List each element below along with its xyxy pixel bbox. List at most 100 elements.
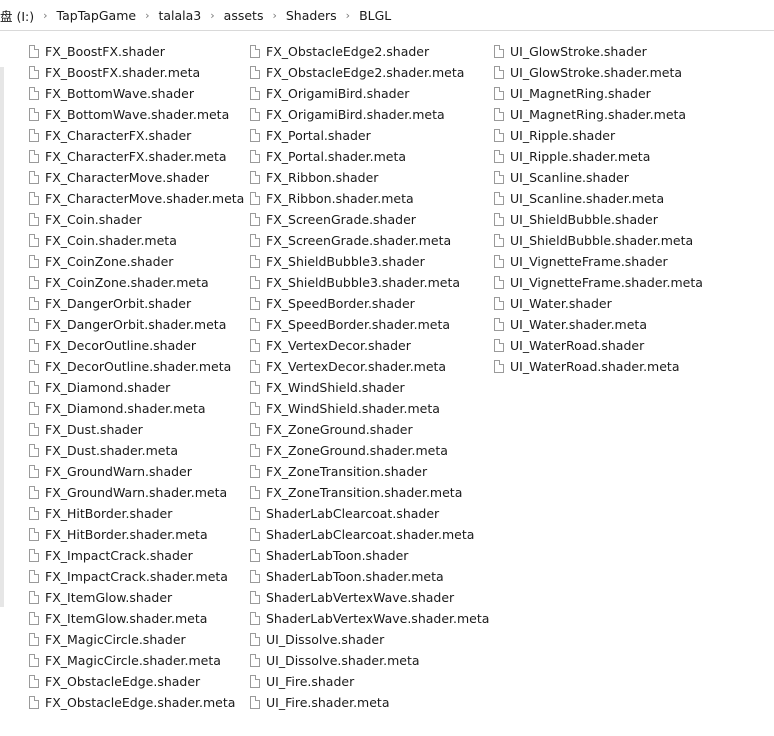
file-item[interactable]: UI_VignetteFrame.shader: [494, 251, 703, 272]
file-item[interactable]: FX_Dust.shader: [29, 419, 244, 440]
file-item[interactable]: FX_HitBorder.shader.meta: [29, 524, 244, 545]
file-item[interactable]: FX_CoinZone.shader.meta: [29, 272, 244, 293]
file-item[interactable]: FX_ObstacleEdge2.shader: [250, 41, 489, 62]
file-item[interactable]: FX_Coin.shader: [29, 209, 244, 230]
address-bar[interactable]: 盘 (I:) › TapTapGame › talala3 › assets ›…: [0, 0, 774, 31]
file-item[interactable]: ShaderLabVertexWave.shader.meta: [250, 608, 489, 629]
file-item[interactable]: FX_VertexDecor.shader: [250, 335, 489, 356]
file-item[interactable]: UI_WaterRoad.shader: [494, 335, 703, 356]
file-item[interactable]: FX_DecorOutline.shader: [29, 335, 244, 356]
file-item[interactable]: UI_Dissolve.shader: [250, 629, 489, 650]
file-item[interactable]: UI_ShieldBubble.shader: [494, 209, 703, 230]
file-item[interactable]: UI_Ripple.shader: [494, 125, 703, 146]
file-item[interactable]: UI_GlowStroke.shader.meta: [494, 62, 703, 83]
file-item[interactable]: FX_MagicCircle.shader: [29, 629, 244, 650]
file-item[interactable]: FX_BoostFX.shader.meta: [29, 62, 244, 83]
file-item[interactable]: FX_BoostFX.shader: [29, 41, 244, 62]
file-item[interactable]: FX_HitBorder.shader: [29, 503, 244, 524]
file-item[interactable]: FX_Coin.shader.meta: [29, 230, 244, 251]
file-list-pane[interactable]: FX_BoostFX.shader FX_BoostFX.shader.meta F…: [0, 31, 774, 736]
file-item[interactable]: FX_ImpactCrack.shader.meta: [29, 566, 244, 587]
file-item[interactable]: ShaderLabClearcoat.shader.meta: [250, 524, 489, 545]
file-name: FX_CoinZone.shader: [45, 254, 174, 269]
file-item[interactable]: FX_ScreenGrade.shader: [250, 209, 489, 230]
file-item[interactable]: FX_MagicCircle.shader.meta: [29, 650, 244, 671]
file-item[interactable]: FX_ObstacleEdge2.shader.meta: [250, 62, 489, 83]
file-item[interactable]: FX_ImpactCrack.shader: [29, 545, 244, 566]
breadcrumb-segment-drive[interactable]: 盘 (I:) ›: [0, 0, 57, 31]
file-item[interactable]: FX_GroundWarn.shader: [29, 461, 244, 482]
file-item[interactable]: UI_Water.shader.meta: [494, 314, 703, 335]
file-item[interactable]: FX_Ribbon.shader.meta: [250, 188, 489, 209]
file-item[interactable]: FX_WindShield.shader: [250, 377, 489, 398]
breadcrumb-segment-assets[interactable]: assets ›: [224, 0, 286, 31]
file-item[interactable]: FX_ZoneGround.shader: [250, 419, 489, 440]
file-item[interactable]: FX_OrigamiBird.shader: [250, 83, 489, 104]
file-item[interactable]: UI_Ripple.shader.meta: [494, 146, 703, 167]
file-icon: [29, 465, 39, 478]
file-item[interactable]: UI_MagnetRing.shader.meta: [494, 104, 703, 125]
breadcrumb-segment-shaders[interactable]: Shaders ›: [286, 0, 359, 31]
file-item[interactable]: FX_ZoneTransition.shader: [250, 461, 489, 482]
file-item[interactable]: FX_Dust.shader.meta: [29, 440, 244, 461]
file-item[interactable]: UI_GlowStroke.shader: [494, 41, 703, 62]
file-item[interactable]: UI_WaterRoad.shader.meta: [494, 356, 703, 377]
file-item[interactable]: FX_Diamond.shader: [29, 377, 244, 398]
file-item[interactable]: FX_GroundWarn.shader.meta: [29, 482, 244, 503]
file-item[interactable]: ShaderLabToon.shader: [250, 545, 489, 566]
file-item[interactable]: FX_CharacterFX.shader: [29, 125, 244, 146]
file-item[interactable]: FX_ShieldBubble3.shader.meta: [250, 272, 489, 293]
file-item[interactable]: FX_ItemGlow.shader: [29, 587, 244, 608]
file-item[interactable]: FX_BottomWave.shader.meta: [29, 104, 244, 125]
file-item[interactable]: FX_ObstacleEdge.shader: [29, 671, 244, 692]
file-item[interactable]: FX_CharacterMove.shader: [29, 167, 244, 188]
file-item[interactable]: FX_SpeedBorder.shader: [250, 293, 489, 314]
file-item[interactable]: UI_Dissolve.shader.meta: [250, 650, 489, 671]
file-item[interactable]: UI_Fire.shader.meta: [250, 692, 489, 713]
file-item[interactable]: FX_Ribbon.shader: [250, 167, 489, 188]
file-item[interactable]: ShaderLabClearcoat.shader: [250, 503, 489, 524]
file-name: FX_BottomWave.shader.meta: [45, 107, 230, 122]
file-name: FX_DecorOutline.shader: [45, 338, 197, 353]
breadcrumb-segment-taptapgame[interactable]: TapTapGame ›: [57, 0, 159, 31]
file-item[interactable]: FX_WindShield.shader.meta: [250, 398, 489, 419]
file-item[interactable]: ShaderLabVertexWave.shader: [250, 587, 489, 608]
file-item[interactable]: FX_ItemGlow.shader.meta: [29, 608, 244, 629]
file-item[interactable]: FX_DangerOrbit.shader: [29, 293, 244, 314]
file-item[interactable]: FX_CharacterFX.shader.meta: [29, 146, 244, 167]
file-item[interactable]: UI_Scanline.shader: [494, 167, 703, 188]
file-item[interactable]: FX_CoinZone.shader: [29, 251, 244, 272]
file-column-3: UI_GlowStroke.shader UI_GlowStroke.shader…: [494, 41, 703, 377]
file-item[interactable]: FX_ObstacleEdge.shader.meta: [29, 692, 244, 713]
file-item[interactable]: FX_ZoneGround.shader.meta: [250, 440, 489, 461]
scrollbar-track[interactable]: [0, 67, 4, 607]
file-name: UI_Dissolve.shader: [266, 632, 385, 647]
file-icon: [494, 360, 504, 373]
file-item[interactable]: UI_ShieldBubble.shader.meta: [494, 230, 703, 251]
file-item[interactable]: FX_CharacterMove.shader.meta: [29, 188, 244, 209]
file-item[interactable]: FX_ScreenGrade.shader.meta: [250, 230, 489, 251]
file-icon: [494, 339, 504, 352]
file-name: FX_Diamond.shader.meta: [45, 401, 206, 416]
file-item[interactable]: FX_Portal.shader.meta: [250, 146, 489, 167]
file-item[interactable]: ShaderLabToon.shader.meta: [250, 566, 489, 587]
file-item[interactable]: FX_ZoneTransition.shader.meta: [250, 482, 489, 503]
file-item[interactable]: FX_Diamond.shader.meta: [29, 398, 244, 419]
file-item[interactable]: FX_SpeedBorder.shader.meta: [250, 314, 489, 335]
file-item[interactable]: FX_Portal.shader: [250, 125, 489, 146]
breadcrumb-segment-talala3[interactable]: talala3 ›: [158, 0, 223, 31]
file-item[interactable]: FX_ShieldBubble3.shader: [250, 251, 489, 272]
file-item[interactable]: FX_BottomWave.shader: [29, 83, 244, 104]
file-icon: [250, 633, 260, 646]
file-item[interactable]: FX_DangerOrbit.shader.meta: [29, 314, 244, 335]
file-item[interactable]: UI_Scanline.shader.meta: [494, 188, 703, 209]
breadcrumb-segment-blgl[interactable]: BLGL: [359, 0, 391, 31]
file-item[interactable]: FX_OrigamiBird.shader.meta: [250, 104, 489, 125]
file-icon: [494, 87, 504, 100]
file-item[interactable]: UI_MagnetRing.shader: [494, 83, 703, 104]
file-item[interactable]: UI_Fire.shader: [250, 671, 489, 692]
file-item[interactable]: FX_DecorOutline.shader.meta: [29, 356, 244, 377]
file-item[interactable]: FX_VertexDecor.shader.meta: [250, 356, 489, 377]
file-item[interactable]: UI_Water.shader: [494, 293, 703, 314]
file-item[interactable]: UI_VignetteFrame.shader.meta: [494, 272, 703, 293]
